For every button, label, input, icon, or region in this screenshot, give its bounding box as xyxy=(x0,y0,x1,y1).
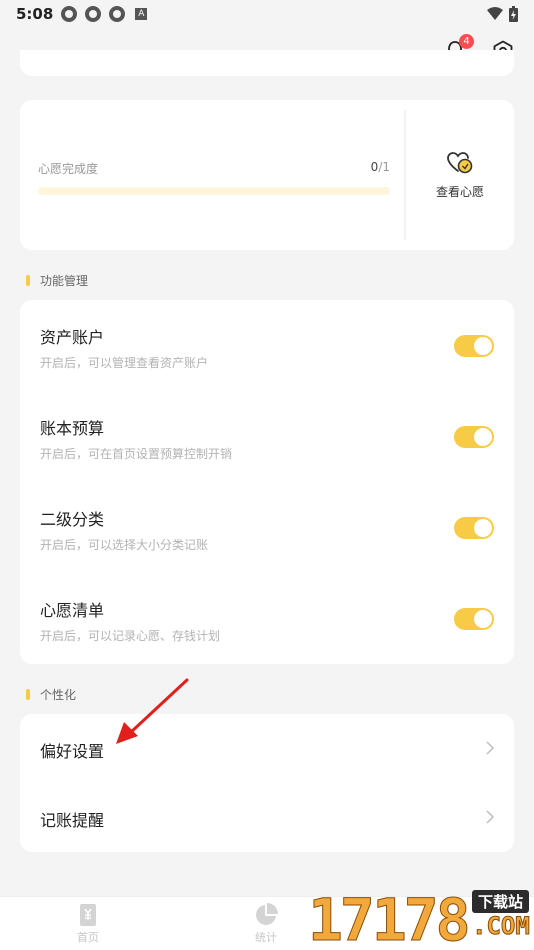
status-bar: 5:08 A xyxy=(0,0,534,28)
toggle-knob xyxy=(474,610,492,628)
personal-title: 个性化 xyxy=(40,688,77,702)
battery-icon xyxy=(509,6,518,22)
wish-heart-icon xyxy=(447,151,473,173)
wish-count: 0/1 xyxy=(371,160,390,177)
feature-desc: 开启后，可在首页设置预算控制开销 xyxy=(40,447,233,461)
tab-stats[interactable]: 统计 xyxy=(236,903,296,945)
feature-row-wishlist: 心愿清单 开启后，可以记录心愿、存钱计划 xyxy=(20,573,514,664)
watermark-digits: 17178 xyxy=(308,886,472,950)
notification-badge: 4 xyxy=(459,34,474,49)
wish-progress-header: 心愿完成度 0/1 xyxy=(38,160,390,177)
reminder-row[interactable]: 记账提醒 xyxy=(20,783,514,852)
sub-category-toggle[interactable] xyxy=(454,517,494,539)
toggle-knob xyxy=(474,428,492,446)
top-card-partial xyxy=(20,50,514,76)
watermark-tag: 下载站 xyxy=(472,890,530,913)
feature-row-sub-category: 二级分类 开启后，可以选择大小分类记账 xyxy=(20,482,514,573)
features-section-title: 功能管理 xyxy=(26,272,88,289)
wish-progress-label: 心愿完成度 xyxy=(38,162,99,176)
feature-title: 账本预算 xyxy=(40,419,105,438)
tab-stats-label: 统计 xyxy=(255,931,277,944)
feature-desc: 开启后，可以选择大小分类记账 xyxy=(40,538,209,552)
tab-home[interactable]: 首页 xyxy=(58,903,118,945)
wish-total: /1 xyxy=(378,160,390,174)
wishlist-toggle[interactable] xyxy=(454,608,494,630)
feature-desc: 开启后，可以记录心愿、存钱计划 xyxy=(40,629,221,643)
toggle-knob xyxy=(474,337,492,355)
app-notification-icon xyxy=(109,6,126,22)
watermark-com: .COM xyxy=(472,912,531,941)
toggle-knob xyxy=(474,519,492,537)
personal-card: 偏好设置 记账提醒 xyxy=(20,714,514,852)
preferences-row[interactable]: 偏好设置 xyxy=(20,714,514,783)
chevron-right-icon xyxy=(486,810,494,824)
tab-home-label: 首页 xyxy=(77,931,99,944)
view-wishes-button[interactable]: 查看心愿 xyxy=(406,100,514,250)
features-title: 功能管理 xyxy=(40,274,89,288)
app-notification-icon xyxy=(61,6,78,22)
receipt-icon xyxy=(80,904,96,926)
feature-desc: 开启后，可以管理查看资产账户 xyxy=(40,356,209,370)
budget-toggle[interactable] xyxy=(454,426,494,448)
feature-title: 二级分类 xyxy=(40,510,105,529)
status-time: 5:08 xyxy=(16,5,54,23)
wifi-icon xyxy=(487,7,503,20)
personal-section-title: 个性化 xyxy=(26,686,76,703)
pie-chart-icon xyxy=(256,903,278,925)
section-accent-bar xyxy=(26,275,30,286)
preferences-label: 偏好设置 xyxy=(40,742,105,761)
app-notification-icon xyxy=(85,6,102,22)
status-right xyxy=(487,6,518,22)
feature-title: 心愿清单 xyxy=(40,601,105,620)
section-accent-bar xyxy=(26,689,30,700)
watermark-logo: 17178 下载站 .COM xyxy=(308,884,534,950)
asset-accounts-toggle[interactable] xyxy=(454,335,494,357)
feature-row-budget: 账本预算 开启后，可在首页设置预算控制开销 xyxy=(20,391,514,482)
feature-title: 资产账户 xyxy=(40,328,105,347)
chevron-right-icon xyxy=(486,741,494,755)
feature-row-asset-accounts: 资产账户 开启后，可以管理查看资产账户 xyxy=(20,300,514,391)
wish-progress-bar xyxy=(38,187,390,195)
features-card: 资产账户 开启后，可以管理查看资产账户 账本预算 开启后，可在首页设置预算控制开… xyxy=(20,300,514,664)
view-wishes-label: 查看心愿 xyxy=(435,184,484,199)
wish-progress: 心愿完成度 0/1 xyxy=(38,160,390,195)
reminder-label: 记账提醒 xyxy=(40,811,105,830)
a-notification-icon: A xyxy=(135,8,148,20)
wish-card: 心愿完成度 0/1 查看心愿 xyxy=(20,100,514,250)
